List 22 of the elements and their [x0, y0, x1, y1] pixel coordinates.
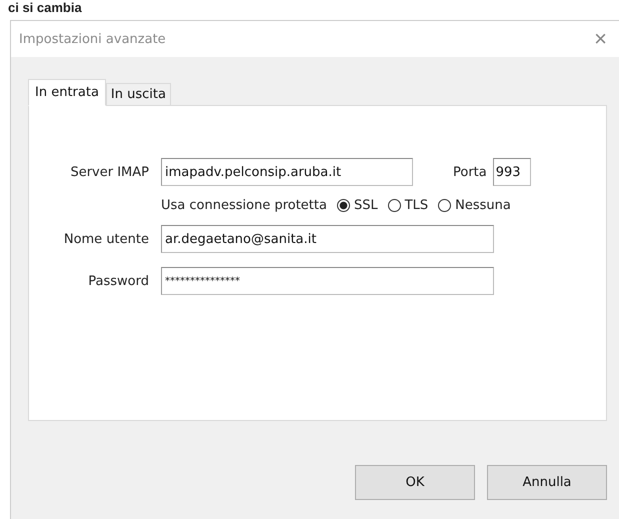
- radio-icon[interactable]: [438, 199, 452, 212]
- port-field[interactable]: 993: [492, 158, 531, 186]
- dialog-button[interactable]: Annulla: [487, 465, 607, 500]
- field-label: Porta: [453, 164, 487, 180]
- radio-icon[interactable]: [388, 199, 401, 212]
- radio-option[interactable]: SSL: [336, 198, 378, 213]
- dialog-button[interactable]: OK: [355, 465, 475, 500]
- radio-icon[interactable]: [336, 199, 350, 212]
- close-button[interactable]: ×: [590, 28, 611, 50]
- background-heading: ci si cambia: [7, 0, 83, 16]
- field-label: Password: [87, 274, 149, 288]
- server-field[interactable]: imapadv.pelconsip.aruba.it: [161, 158, 413, 186]
- radio-option[interactable]: TLS: [388, 198, 428, 213]
- radio-option[interactable]: Nessuna: [438, 198, 511, 213]
- window-title: Impostazioni avanzate: [19, 32, 166, 46]
- field-label: Usa connessione protetta: [161, 198, 327, 213]
- username-field[interactable]: ar.degaetano@sanita.it: [161, 225, 494, 253]
- field-label: Nome utente: [62, 232, 149, 246]
- field-label: Server IMAP: [69, 164, 149, 180]
- tab[interactable]: In entrata: [28, 79, 106, 106]
- password-field[interactable]: ***************: [161, 267, 494, 295]
- tab[interactable]: In uscita: [106, 83, 171, 106]
